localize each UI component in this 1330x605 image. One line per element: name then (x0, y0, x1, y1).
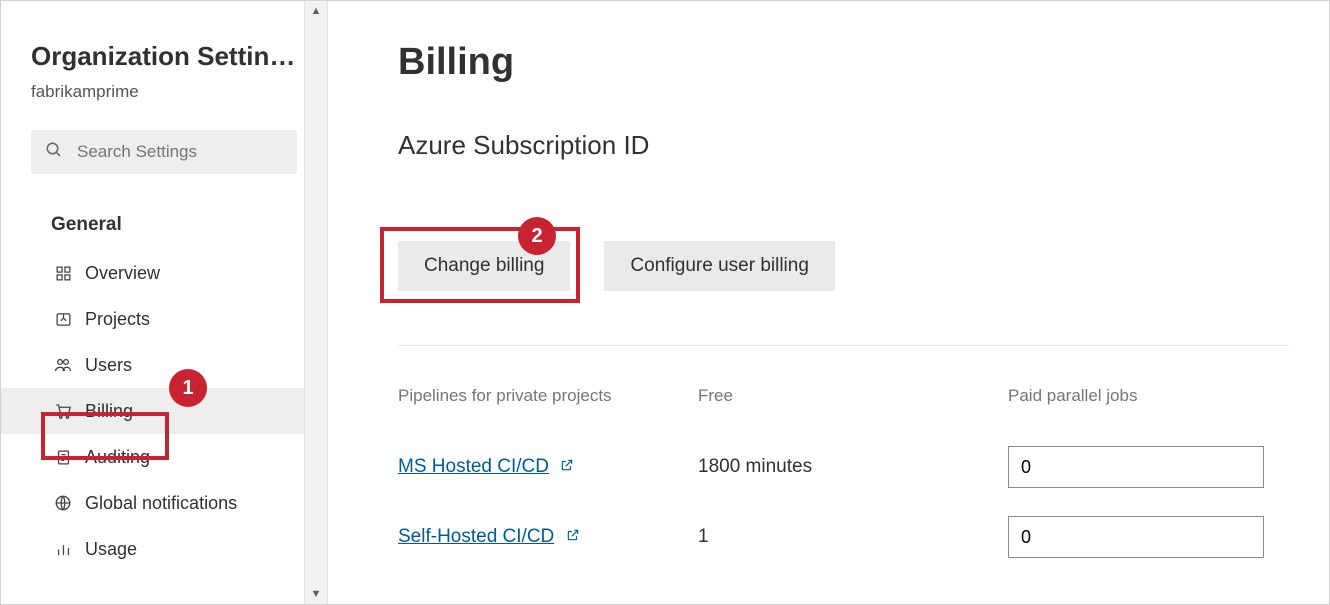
self-hosted-link[interactable]: Self-Hosted CI/CD (398, 526, 554, 547)
projects-icon (51, 311, 75, 328)
sidebar-item-label: Overview (85, 263, 160, 284)
configure-user-billing-button[interactable]: Configure user billing (604, 241, 835, 291)
sidebar-item-projects[interactable]: Projects (1, 296, 327, 342)
search-icon (45, 141, 63, 164)
nav-list: Overview Projects Users Billing (1, 250, 327, 572)
sidebar-item-label: Billing (85, 401, 133, 422)
sidebar-item-label: Auditing (85, 447, 150, 468)
ms-hosted-link[interactable]: MS Hosted CI/CD (398, 456, 549, 477)
org-name: fabrikamprime (31, 82, 297, 102)
table-row: Self-Hosted CI/CD 1 (398, 502, 1289, 572)
search-input[interactable] (75, 141, 283, 163)
divider (398, 345, 1289, 346)
cart-icon (51, 402, 75, 420)
sidebar-item-overview[interactable]: Overview (1, 250, 327, 296)
sidebar-item-auditing[interactable]: Auditing (1, 434, 327, 480)
sidebar-scrollbar[interactable]: ▲ ▼ (304, 1, 327, 604)
table-row: MS Hosted CI/CD 1800 minutes (398, 432, 1289, 502)
page-title: Billing (398, 41, 1289, 84)
sidebar-item-label: Usage (85, 539, 137, 560)
section-label-general: General (1, 174, 327, 250)
overview-icon (51, 265, 75, 282)
callout-2-label: 2 (531, 225, 542, 248)
main-content: Billing Azure Subscription ID Change bil… (328, 1, 1329, 604)
sidebar-item-global-notifications[interactable]: Global notifications (1, 480, 327, 526)
search-box[interactable] (31, 130, 297, 174)
paid-jobs-input-self[interactable] (1008, 516, 1264, 558)
scroll-up-icon[interactable]: ▲ (305, 1, 327, 21)
col-header-pipelines: Pipelines for private projects (398, 380, 698, 432)
app-frame: Organization Settin… fabrikamprime Gener… (0, 0, 1330, 605)
external-link-icon (566, 526, 580, 547)
free-value: 1800 minutes (698, 432, 1008, 502)
sidebar-item-usage[interactable]: Usage (1, 526, 327, 572)
users-icon (51, 356, 75, 374)
usage-icon (51, 541, 75, 558)
callout-2: 2 (518, 217, 556, 255)
sidebar-item-users[interactable]: Users (1, 342, 327, 388)
free-value: 1 (698, 502, 1008, 572)
auditing-icon (51, 449, 75, 466)
sidebar: Organization Settin… fabrikamprime Gener… (1, 1, 328, 604)
org-settings-title: Organization Settin… (31, 41, 297, 72)
notifications-icon (51, 494, 75, 512)
paid-jobs-input-ms[interactable] (1008, 446, 1264, 488)
col-header-free: Free (698, 380, 1008, 432)
sidebar-item-label: Global notifications (85, 493, 237, 514)
subscription-id-heading: Azure Subscription ID (398, 130, 1289, 161)
callout-1-label: 1 (182, 377, 193, 400)
sidebar-header: Organization Settin… fabrikamprime (1, 41, 327, 102)
external-link-icon (560, 456, 574, 477)
col-header-paid: Paid parallel jobs (1008, 380, 1289, 432)
scroll-down-icon[interactable]: ▼ (305, 584, 327, 604)
sidebar-item-label: Users (85, 355, 132, 376)
pipelines-table: Pipelines for private projects Free Paid… (398, 380, 1289, 572)
sidebar-item-billing[interactable]: Billing (1, 388, 327, 434)
callout-1: 1 (169, 369, 207, 407)
sidebar-item-label: Projects (85, 309, 150, 330)
